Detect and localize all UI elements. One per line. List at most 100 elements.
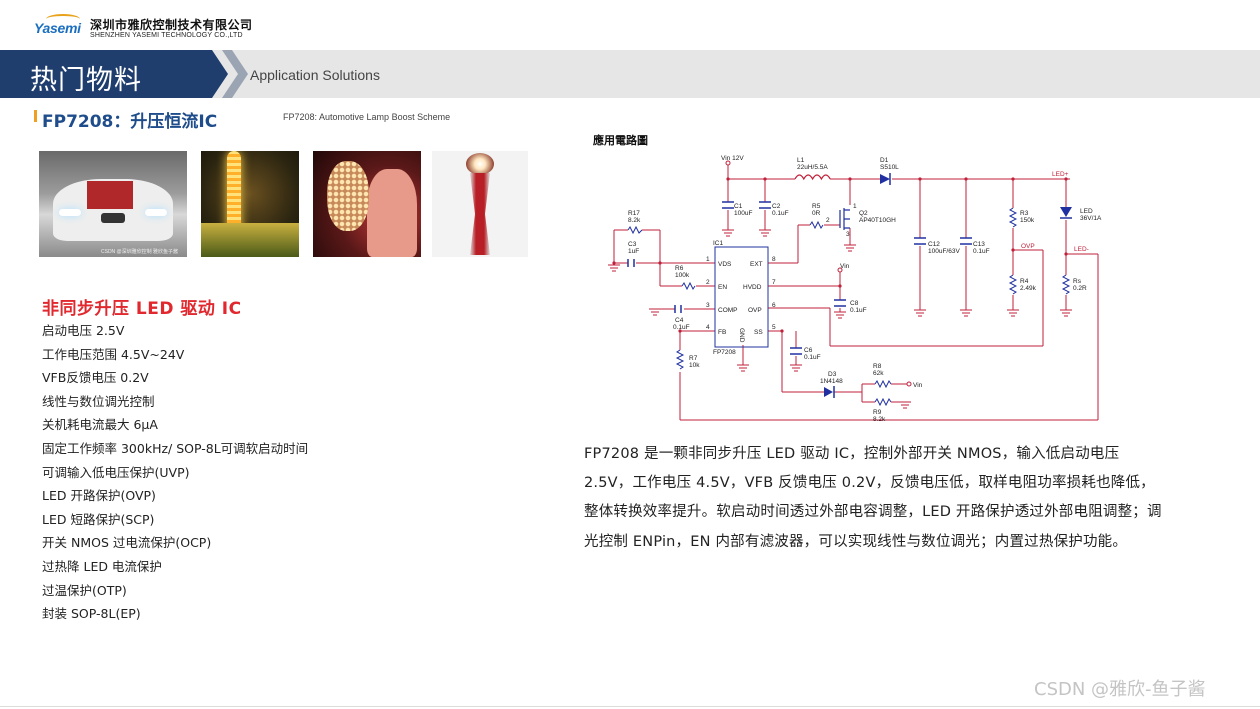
pin-ext: EXT — [750, 261, 763, 268]
label-ic1: IC1 — [713, 240, 724, 247]
pin-num-2: 2 — [706, 279, 710, 286]
application-circuit-diagram: Vin 12V L1 22uH/5.5A D1 S510L LED+ C1 10… — [608, 155, 1102, 423]
car-stripe — [87, 181, 133, 209]
page-title: 热门物料 — [30, 65, 142, 96]
label-r7: R7 — [689, 355, 698, 362]
label-r7-val: 10k — [689, 362, 700, 369]
label-r9-val: 8.2k — [873, 416, 886, 423]
led-icon — [1060, 207, 1072, 219]
led-strip-photo — [201, 151, 299, 257]
label-rs-val: 0.2R — [1073, 285, 1087, 292]
pin-num-7: 7 — [772, 279, 776, 286]
label-d1: D1 — [880, 157, 889, 164]
car-grille — [101, 213, 125, 223]
list-item: 开关 NMOS 过电流保护(OCP) — [42, 535, 212, 551]
label-r8: R8 — [873, 363, 882, 370]
lamp-head — [466, 153, 494, 175]
label-c8-val: 0.1uF — [850, 307, 867, 314]
company-name-cn: 深圳市雅欣控制技术有限公司 — [90, 18, 253, 32]
page-subtitle: Application Solutions — [250, 67, 380, 83]
company-name-en: SHENZHEN YASEMI TECHNOLOGY CO.,LTD — [90, 32, 243, 39]
label-c4-val: 0.1uF — [673, 324, 690, 331]
label-d3-val: 1N4148 — [820, 378, 843, 385]
divider — [0, 706, 1260, 707]
list-item: LED 短路保护(SCP) — [42, 511, 155, 527]
photo-caption: CSDN @深圳雅欣控制 雅欣鱼子酱 — [101, 249, 179, 255]
label-c2: C2 — [772, 203, 781, 210]
label-c13: C13 — [973, 241, 985, 248]
pin-comp: COMP — [718, 307, 738, 314]
label-q2-val: AP40T10GH — [859, 217, 896, 224]
label-c13-val: 0.1uF — [973, 248, 990, 255]
label-l1-val: 22uH/5.5A — [797, 164, 828, 171]
label-r3: R3 — [1020, 210, 1029, 217]
pin-hvdd: HVDD — [743, 284, 762, 291]
pin-num-8: 8 — [772, 256, 776, 263]
pin-num-6: 6 — [772, 302, 776, 309]
headlight-right — [145, 209, 167, 216]
pin-ovp: OVP — [748, 307, 762, 314]
list-item: 固定工作频率 300kHz/ SOP-8L可调软启动时间 — [42, 440, 309, 456]
heading-accent-bar — [34, 110, 37, 122]
list-item: 工作电压范围 4.5V~24V — [42, 346, 185, 362]
section-title: FP7208：升压恒流IC — [42, 112, 218, 132]
label-c6: C6 — [804, 347, 813, 354]
list-item: 封装 SOP-8L(EP) — [42, 606, 141, 622]
section-subtitle: FP7208: Automotive Lamp Boost Scheme — [283, 112, 451, 122]
label-q2: Q2 — [859, 210, 868, 217]
pin-en: EN — [718, 284, 727, 291]
pin-ss: SS — [754, 329, 763, 336]
label-c8: C8 — [850, 300, 859, 307]
label-led: LED — [1080, 208, 1093, 215]
label-led-val: 36V/1A — [1080, 215, 1102, 222]
feature-list: 启动电压 2.5V 工作电压范围 4.5V~24V VFB反馈电压 0.2V 线… — [42, 322, 308, 629]
diode-icon — [824, 386, 835, 398]
label-r4: R4 — [1020, 278, 1029, 285]
label-c3-val: 1uF — [628, 248, 639, 255]
company-logo: Yasemi — [34, 14, 84, 40]
label-r5-val: 0R — [812, 210, 821, 217]
label-c2-val: 0.1uF — [772, 210, 789, 217]
mosfet-icon — [839, 208, 850, 230]
label-q-g: 1 — [853, 203, 857, 210]
person — [367, 169, 417, 257]
label-rs: Rs — [1073, 278, 1082, 285]
list-item: 线性与数位调光控制 — [42, 393, 155, 409]
lamp-photo — [432, 151, 528, 257]
label-c3: C3 — [628, 241, 637, 248]
label-vin: Vin — [840, 263, 850, 270]
label-ovp: OVP — [1021, 243, 1035, 250]
led-mask-photo — [313, 151, 421, 257]
label-r5: R5 — [812, 203, 821, 210]
label-ledm: LED- — [1074, 246, 1089, 253]
led-mask — [327, 161, 369, 231]
list-item: 关机耗电流最大 6μA — [42, 417, 158, 433]
label-r17: R17 — [628, 210, 640, 217]
label-r6: R6 — [675, 265, 684, 272]
inductor-icon — [794, 174, 831, 181]
label-c4: C4 — [675, 317, 684, 324]
pin-num-5: 5 — [772, 324, 776, 331]
list-item: 可调输入低电压保护(UVP) — [42, 464, 190, 480]
label-d3: D3 — [828, 371, 837, 378]
features-title: 非同步升压 LED 驱动 IC — [42, 299, 242, 319]
pin-num-3: 3 — [706, 302, 710, 309]
label-r6-val: 100k — [675, 272, 690, 279]
grass — [201, 223, 299, 257]
car-headlight-photo: CSDN @深圳雅欣控制 雅欣鱼子酱 — [39, 151, 187, 257]
logo-text: Yasemi — [34, 20, 81, 36]
headlight-left — [59, 209, 81, 216]
pin-fb: FB — [718, 329, 726, 336]
pin-gnd: GND — [738, 328, 745, 343]
label-c12-val: 100uF/63V — [928, 248, 960, 255]
label-r3-val: 150k — [1020, 217, 1035, 224]
label-c1: C1 — [734, 203, 743, 210]
description-text: FP7208 是一颗非同步升压 LED 驱动 IC，控制外部开关 NMOS，输入… — [584, 446, 1162, 550]
lamp-body — [470, 173, 490, 255]
ic-name: FP7208 — [713, 349, 736, 356]
pin-num-1: 1 — [706, 256, 710, 263]
watermark: CSDN @雅欣-鱼子酱 — [1034, 679, 1206, 700]
label-ledp: LED+ — [1052, 171, 1069, 178]
title-banner: 热门物料 Application Solutions — [0, 50, 1260, 98]
pin-num-4: 4 — [706, 324, 710, 331]
